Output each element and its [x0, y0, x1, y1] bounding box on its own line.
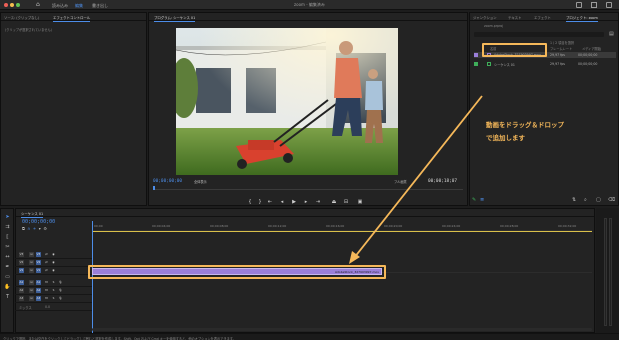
ruler-tick-label: 00;00;20;00 — [384, 224, 403, 228]
ruler-tick-label: 00;00;04;00 — [152, 224, 171, 228]
ruler-tick-label: 00;00;12;00 — [268, 224, 287, 228]
drag-arrow — [349, 95, 483, 264]
ruler-tick-label: 00;00;08;00 — [210, 224, 229, 228]
annotation-text: 動画をドラッグ＆ドロップ で追加します — [486, 119, 564, 145]
status-bar: クリックで選択、または空白をクリックしてドラッグして囲むと選択を作成します。Sh… — [0, 333, 619, 340]
ruler-tick-label: 00;00;28;00 — [500, 224, 519, 228]
ruler-tick-label: 00;00 — [94, 224, 103, 228]
ruler-tick-label: 00;00;32;00 — [558, 224, 577, 228]
annotation-line-1: 動画をドラッグ＆ドロップ — [486, 121, 564, 129]
ruler-tick-label: 00;00;24;00 — [442, 224, 461, 228]
ruler-tick-label: 00;00;16;00 — [326, 224, 345, 228]
annotation-line-2: で追加します — [486, 134, 525, 142]
